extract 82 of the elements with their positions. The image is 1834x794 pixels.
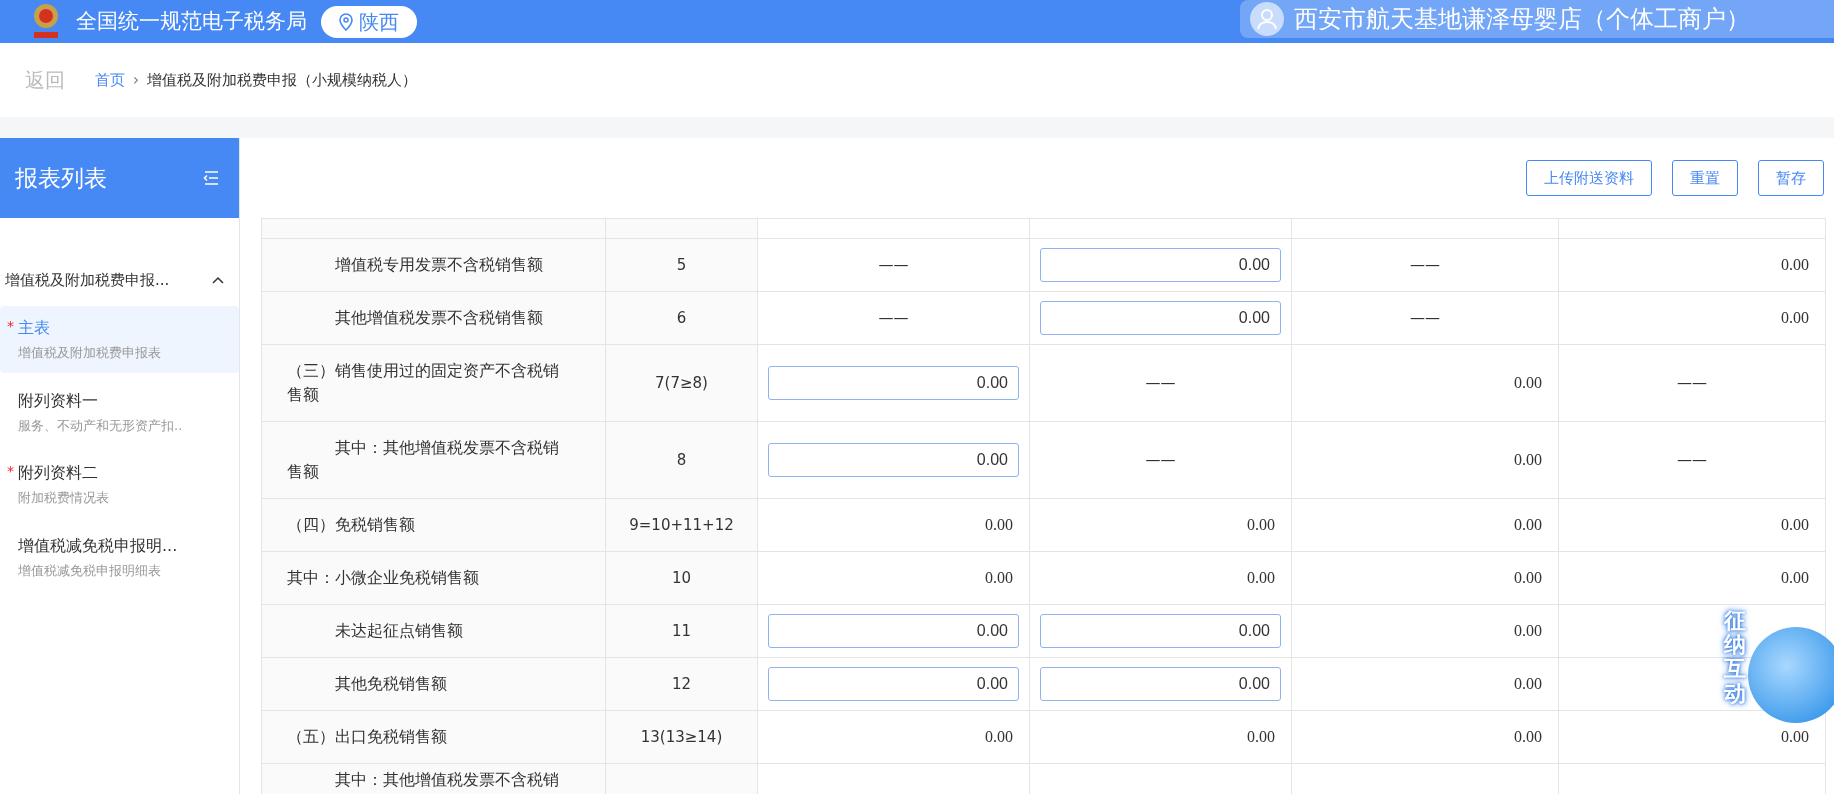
amount-value: 0.00	[1246, 515, 1276, 535]
amount-value: 0.00	[1780, 255, 1810, 275]
row-label: 未达起征点销售额	[334, 620, 464, 642]
amount-field[interactable]: 0.00	[768, 667, 1019, 701]
toolbar-button[interactable]: 重置	[1672, 160, 1738, 196]
line-number: 13(13≥14)	[640, 727, 723, 746]
amount-value: 0.00	[1513, 450, 1543, 470]
line-number: 10	[671, 568, 692, 587]
line-number: 11	[671, 621, 692, 640]
row-label: 其他增值税发票不含税销售额	[334, 307, 544, 329]
chevron-up-icon	[212, 276, 224, 284]
sidebar-item[interactable]: 增值税减免税申报明... 增值税减免税申报明细表	[0, 523, 239, 590]
sidebar-item-title: 附列资料一	[18, 389, 99, 412]
not-applicable-dash: ——	[1144, 372, 1177, 394]
not-applicable-dash: ——	[1144, 449, 1177, 471]
amount-value: 0.00	[1780, 308, 1810, 328]
amount-field[interactable]: 0.00	[768, 443, 1019, 477]
amount-field[interactable]: 0.00	[768, 366, 1019, 400]
not-applicable-dash: ——	[1409, 254, 1441, 276]
not-applicable-dash: ——	[877, 307, 910, 329]
toolbar-button[interactable]: 上传附送资料	[1526, 160, 1652, 196]
region-selector[interactable]: 陕西	[321, 5, 417, 38]
amount-value: 0.00	[984, 515, 1014, 535]
line-number: 6	[676, 308, 687, 327]
row-label: （五）出口免税销售额	[287, 726, 448, 748]
sidebar-item-title: 主表	[18, 317, 51, 339]
sidebar-item-subtitle: 增值税减免税申报明细表	[18, 561, 162, 580]
row-label: 其中：其他增值税发票不含税销售额	[287, 437, 560, 483]
breadcrumb-link[interactable]: 首页	[95, 68, 125, 92]
amount-field[interactable]: 0.00	[768, 614, 1019, 648]
not-applicable-dash: ——	[1676, 449, 1708, 471]
amount-field[interactable]: 0.00	[1040, 301, 1281, 335]
assistant-label[interactable]: 征纳互动	[1724, 609, 1746, 706]
sidebar-item-subtitle: 增值税及附加税费申报表	[18, 344, 162, 362]
not-applicable-dash: ——	[877, 254, 910, 276]
sidebar-group[interactable]: 增值税及附加税费申报...	[0, 260, 239, 300]
amount-value: 0.00	[1513, 621, 1543, 641]
sidebar-item-subtitle: 附加税费情况表	[18, 489, 110, 507]
amount-field[interactable]: 0.00	[1040, 248, 1281, 282]
line-number: 5	[676, 255, 687, 274]
sidebar-item-title: 附列资料二	[18, 462, 99, 484]
avatar-icon	[1250, 2, 1284, 36]
amount-field[interactable]: 0.00	[1040, 614, 1281, 648]
toolbar-button[interactable]: 暂存	[1758, 160, 1824, 196]
line-number: 7(7≥8)	[655, 373, 708, 392]
not-applicable-dash: ——	[1676, 372, 1708, 394]
line-number: 9=10+11+12	[629, 515, 734, 534]
amount-field[interactable]: 0.00	[1040, 667, 1281, 701]
amount-value: 0.00	[1246, 727, 1276, 747]
amount-value: 0.00	[1513, 515, 1543, 535]
amount-value: 0.00	[984, 568, 1014, 588]
amount-value: 0.00	[1513, 727, 1543, 747]
row-label: 其中：小微企业免税销售额	[287, 567, 480, 589]
sidebar-item[interactable]: 附列资料一 服务、不动产和无形资产扣..	[0, 378, 239, 445]
amount-value: 0.00	[1780, 727, 1810, 747]
location-pin-icon	[339, 12, 353, 31]
amount-value: 0.00	[984, 727, 1014, 747]
sidebar-item[interactable]: * 主表 增值税及附加税费申报表	[0, 306, 239, 373]
line-number: 12	[671, 674, 692, 693]
amount-value: 0.00	[1780, 568, 1810, 588]
sidebar-item[interactable]: * 附列资料二 附加税费情况表	[0, 451, 239, 518]
row-label: 其中：其他增值税发票不含税销	[334, 769, 560, 791]
amount-value: 0.00	[1246, 568, 1276, 588]
site-title: 全国统一规范电子税务局	[76, 7, 307, 35]
not-applicable-dash: ——	[1409, 307, 1441, 329]
amount-value: 0.00	[1513, 373, 1543, 393]
row-label: 其他免税销售额	[334, 673, 448, 695]
line-number: 8	[676, 450, 687, 469]
breadcrumb-separator: ›	[133, 69, 139, 91]
sidebar-item-subtitle: 服务、不动产和无形资产扣..	[18, 416, 184, 435]
amount-value: 0.00	[1513, 568, 1543, 588]
row-label: 增值税专用发票不含税销售额	[334, 254, 544, 276]
row-label: （三）销售使用过的固定资产不含税销售额	[287, 360, 560, 406]
collapse-menu-icon[interactable]	[203, 171, 219, 185]
required-mark: *	[7, 462, 14, 481]
amount-value: 0.00	[1780, 515, 1810, 535]
breadcrumb-current: 增值税及附加税费申报（小规模纳税人）	[147, 69, 417, 91]
sidebar-item-title: 增值税减免税申报明...	[18, 534, 179, 557]
required-mark: *	[7, 317, 14, 336]
row-label: （四）免税销售额	[287, 514, 416, 536]
sidebar-title: 报表列表	[15, 163, 107, 193]
amount-value: 0.00	[1513, 674, 1543, 694]
